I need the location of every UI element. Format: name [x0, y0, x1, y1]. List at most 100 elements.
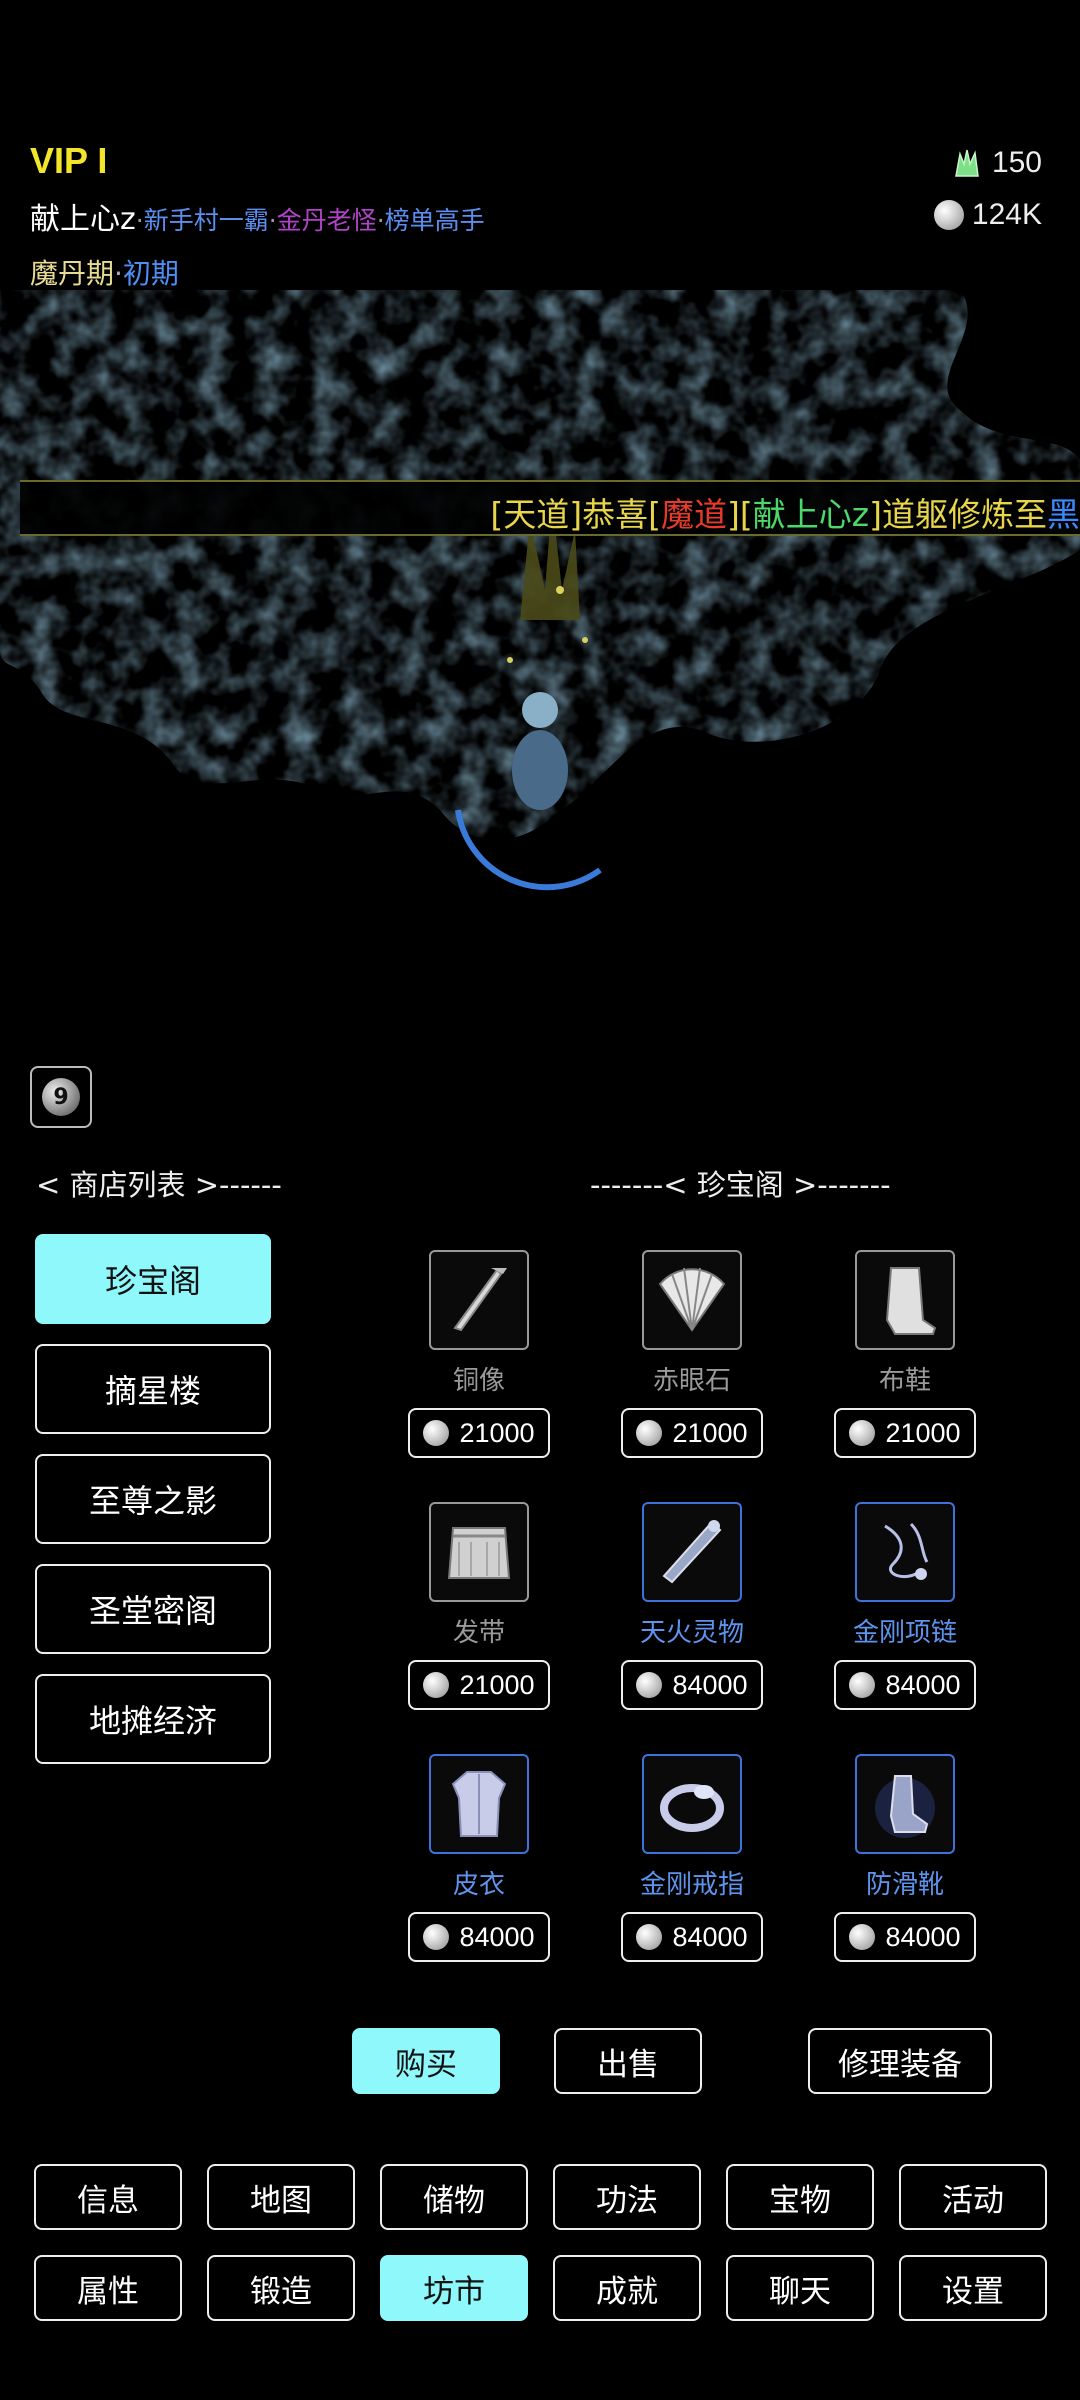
item-price-button[interactable]: 84000	[621, 1660, 763, 1710]
item-price-button[interactable]: 84000	[621, 1912, 763, 1962]
nav-skills[interactable]: 功法	[553, 2164, 701, 2230]
nav-achievements[interactable]: 成就	[553, 2255, 701, 2321]
item-price-button[interactable]: 21000	[408, 1408, 550, 1458]
item-price-button[interactable]: 21000	[834, 1408, 976, 1458]
nav-settings[interactable]: 设置	[899, 2255, 1047, 2321]
nav-events[interactable]: 活动	[899, 2164, 1047, 2230]
silver-coin-icon	[636, 1672, 663, 1698]
boot-icon	[885, 1267, 937, 1335]
item-name: 发带	[452, 1618, 505, 1648]
item-slot[interactable]	[855, 1502, 955, 1602]
item-price-button[interactable]: 21000	[408, 1660, 550, 1710]
item-slot[interactable]	[642, 1250, 742, 1350]
nav-chat[interactable]: 聊天	[726, 2255, 874, 2321]
item-slot[interactable]	[429, 1754, 529, 1854]
scene-view	[0, 290, 1080, 910]
shop-ditanjingji-button[interactable]: 地摊经济	[35, 1674, 271, 1764]
item-name: 天火灵物	[639, 1618, 744, 1648]
item-price: 21000	[459, 1417, 535, 1448]
shop-item[interactable]: 皮衣 84000	[399, 1754, 559, 1962]
nav-storage[interactable]: 储物	[380, 2164, 528, 2230]
realm-stage: 初期	[122, 257, 179, 290]
ticker-congrats: ]恭喜[	[569, 495, 662, 534]
announcement-ticker: [天道]恭喜[魔道][献上心z]道躯修炼至黑	[20, 480, 1080, 536]
silver-coin-icon	[636, 1420, 663, 1446]
item-slot[interactable]	[642, 1502, 742, 1602]
ticker-message: ]道躯修炼至	[869, 495, 1047, 534]
item-name: 铜像	[452, 1366, 505, 1396]
item-price: 84000	[885, 1669, 961, 1700]
necklace-icon	[884, 1522, 929, 1580]
item-price: 84000	[885, 1921, 961, 1952]
silver-coin-icon	[849, 1924, 876, 1950]
item-name: 赤眼石	[652, 1366, 731, 1396]
ticker-tag-tiandao: 天道	[503, 495, 570, 534]
title-1: 新手村一霸	[143, 206, 269, 235]
vip-level: VIP I	[30, 140, 108, 181]
item-slot[interactable]	[429, 1502, 529, 1602]
shop-zhenbaoge-button[interactable]: 珍宝阁	[35, 1234, 271, 1324]
nav-treasure[interactable]: 宝物	[726, 2164, 874, 2230]
item-price: 21000	[672, 1417, 748, 1448]
item-slot[interactable]	[855, 1250, 955, 1350]
repair-equipment-button[interactable]: 修理装备	[808, 2028, 992, 2094]
item-price: 84000	[672, 1921, 748, 1952]
shop-item[interactable]: 铜像 21000	[399, 1250, 559, 1458]
shop-item[interactable]: 金刚项链 84000	[825, 1502, 985, 1710]
item-slot[interactable]	[642, 1754, 742, 1854]
nav-info[interactable]: 信息	[34, 2164, 182, 2230]
item-price-button[interactable]: 84000	[834, 1660, 976, 1710]
shop-zhizunzhiying-button[interactable]: 至尊之影	[35, 1454, 271, 1544]
nav-forge[interactable]: 锻造	[207, 2255, 355, 2321]
realm-line: 魔丹期·初期	[30, 252, 179, 292]
level-number: 9	[53, 1084, 69, 1110]
shop-item[interactable]: 金刚戒指 84000	[612, 1754, 772, 1962]
item-name: 皮衣	[452, 1870, 505, 1900]
level-badge-button[interactable]: 9	[30, 1066, 92, 1128]
title-separator: ·	[268, 206, 277, 235]
player-name: 献上心z	[30, 202, 136, 237]
nav-market[interactable]: 坊市	[380, 2255, 528, 2321]
item-price: 84000	[672, 1669, 748, 1700]
silver-counter: 124K	[933, 198, 1042, 232]
item-name: 布鞋	[878, 1366, 931, 1396]
shop-zhaixinglou-button[interactable]: 摘星楼	[35, 1344, 271, 1434]
item-price-button[interactable]: 84000	[834, 1912, 976, 1962]
item-slot[interactable]	[855, 1754, 955, 1854]
jade-icon	[955, 149, 979, 177]
sell-button[interactable]: 出售	[554, 2028, 702, 2094]
title-2: 金丹老怪	[276, 206, 377, 235]
title-separator: ·	[376, 206, 385, 235]
item-slot[interactable]	[429, 1250, 529, 1350]
item-name: 金刚戒指	[639, 1870, 744, 1900]
ring-icon	[660, 1784, 724, 1832]
silver-amount: 124K	[971, 198, 1042, 231]
nav-map[interactable]: 地图	[207, 2164, 355, 2230]
level-ball-icon: 9	[42, 1078, 80, 1116]
realm-separator: ·	[114, 257, 123, 290]
ticker-bracket: [	[490, 495, 504, 534]
item-price-button[interactable]: 84000	[408, 1912, 550, 1962]
shop-item[interactable]: 天火灵物 84000	[612, 1502, 772, 1710]
ticker-bracket: ][	[727, 495, 753, 534]
nav-attributes[interactable]: 属性	[34, 2255, 182, 2321]
buy-button[interactable]: 购买	[352, 2028, 500, 2094]
shop-item[interactable]: 布鞋 21000	[825, 1250, 985, 1458]
shop-item[interactable]: 赤眼石 21000	[612, 1250, 772, 1458]
jade-counter: 150	[950, 146, 1042, 180]
shop-item[interactable]: 防滑靴 84000	[825, 1754, 985, 1962]
item-name: 金刚项链	[852, 1618, 957, 1648]
rod-icon	[662, 1520, 722, 1584]
jade-amount: 150	[991, 146, 1042, 179]
shop-item[interactable]: 发带 21000	[399, 1502, 559, 1710]
current-shop-title: -------< 珍宝阁 >-------	[590, 1168, 891, 1202]
headband-icon	[447, 1527, 511, 1579]
item-price: 21000	[885, 1417, 961, 1448]
item-name: 防滑靴	[865, 1870, 944, 1900]
silver-coin-icon	[423, 1924, 450, 1950]
silver-coin-icon	[636, 1924, 663, 1950]
ticker-text: [天道]恭喜[魔道][献上心z]道躯修炼至黑	[490, 488, 1080, 534]
item-price-button[interactable]: 21000	[621, 1408, 763, 1458]
shop-shengtangmige-button[interactable]: 圣堂密阁	[35, 1564, 271, 1654]
silver-coin-icon	[423, 1672, 450, 1698]
